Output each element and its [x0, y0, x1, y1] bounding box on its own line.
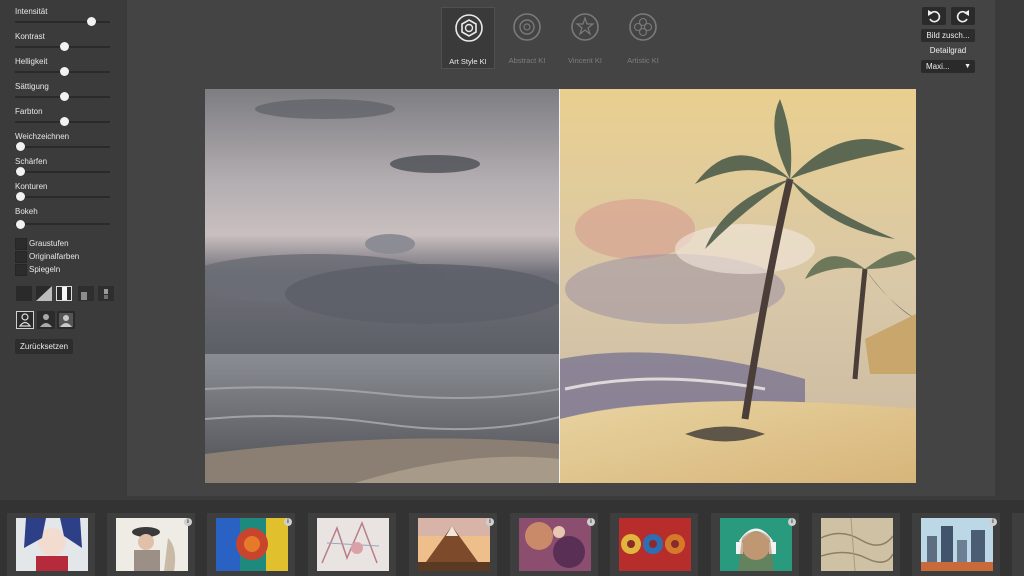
style-filmstrip: i i i i i i: [0, 500, 1024, 576]
reset-button[interactable]: Zurücksetzen: [15, 339, 74, 354]
thumbnail[interactable]: i: [912, 513, 1000, 576]
info-icon[interactable]: i: [184, 518, 192, 526]
hexagon-icon: [455, 14, 483, 42]
person-outline-icon: [18, 313, 32, 327]
thumb-barrels: [619, 518, 691, 571]
blend-swatch-split[interactable]: [56, 286, 72, 301]
slider-label: Bokeh: [15, 207, 38, 216]
slider-thumb[interactable]: [15, 220, 25, 229]
tab-art-style-ki[interactable]: Art Style KI: [441, 7, 495, 69]
thumb-abstract-purple: [519, 518, 591, 571]
thumbnail[interactable]: i: [107, 513, 195, 576]
beach-photo: [205, 89, 916, 483]
tab-abstract-ki[interactable]: Abstract KI: [500, 7, 554, 69]
thumb-city: [921, 518, 993, 571]
checkbox-label: Graustufen: [29, 239, 69, 248]
thumbnail[interactable]: [7, 513, 95, 576]
thumb-sketch: [317, 518, 389, 571]
thumb-hat-woman: [116, 518, 188, 571]
slider-track[interactable]: [15, 146, 110, 148]
slider-thumb[interactable]: [87, 17, 96, 26]
thumbnail[interactable]: i: [711, 513, 799, 576]
diagonal-icon: [36, 286, 52, 301]
mini-split-icon: [104, 289, 108, 299]
slider-label: Schärfen: [15, 157, 48, 166]
thumb-map: [821, 518, 893, 571]
person-icon: [40, 314, 52, 327]
redo-icon: [956, 10, 969, 23]
person-bg-icon: [59, 313, 73, 327]
slider-thumb[interactable]: [60, 42, 70, 51]
slider-thumb[interactable]: [60, 117, 70, 126]
split-icon: [62, 287, 67, 300]
slider-label: Weichzeichnen: [15, 132, 70, 141]
star-icon: [571, 13, 599, 41]
undo-button[interactable]: [922, 7, 946, 25]
slider-thumb[interactable]: [60, 67, 70, 76]
checkbox-label: Originalfarben: [29, 252, 80, 261]
slider-label: Intensität: [15, 7, 48, 16]
checkbox-label: Spiegeln: [29, 265, 61, 274]
slider-thumb[interactable]: [15, 142, 25, 151]
slider-track[interactable]: [15, 171, 110, 173]
thumbnail[interactable]: [308, 513, 396, 576]
checkbox-box[interactable]: [15, 238, 27, 250]
info-icon[interactable]: i: [486, 518, 494, 526]
slider-track[interactable]: [15, 196, 110, 198]
tab-artistic-ki[interactable]: Artistic KI: [616, 7, 670, 69]
thumb-headphones: [720, 518, 792, 571]
blend-swatch-half[interactable]: [78, 286, 94, 301]
thumbnail[interactable]: [812, 513, 900, 576]
tab-label: Abstract KI: [508, 56, 546, 65]
checkbox-box[interactable]: [15, 264, 27, 276]
undo-icon: [928, 10, 941, 23]
chevron-down-icon: ▼: [964, 63, 971, 70]
tab-vincent-ki[interactable]: Vincent KI: [558, 7, 612, 69]
slider-thumb[interactable]: [15, 167, 25, 176]
detail-label: Detailgrad: [929, 46, 967, 55]
slider-track[interactable]: [15, 223, 110, 225]
thumb-color-lion: [216, 518, 288, 571]
thumbnail[interactable]: i: [409, 513, 497, 576]
blend-swatch-dark[interactable]: [16, 286, 32, 301]
blend-swatch-diagonal[interactable]: [36, 286, 52, 301]
thumbnail[interactable]: [610, 513, 698, 576]
thumbnail[interactable]: [1012, 513, 1024, 576]
half-icon: [81, 292, 87, 300]
tab-label: Art Style KI: [449, 57, 487, 66]
info-icon[interactable]: i: [284, 518, 292, 526]
slider-label: Farbton: [15, 107, 43, 116]
slider-label: Helligkeit: [15, 57, 48, 66]
detail-value: Maxi...: [926, 62, 950, 71]
info-icon[interactable]: i: [587, 518, 595, 526]
portrait-bg-button[interactable]: [57, 311, 75, 329]
zoom-button[interactable]: Bild zusch...: [921, 29, 975, 42]
info-icon[interactable]: i: [788, 518, 796, 526]
thumb-mountain: [418, 518, 490, 571]
circle-icon: [513, 13, 541, 41]
tab-label: Vincent KI: [567, 56, 603, 65]
blend-swatch-mini[interactable]: [98, 286, 114, 301]
slider-label: Sättigung: [15, 82, 49, 91]
detail-select[interactable]: Maxi... ▼: [921, 60, 975, 73]
redo-button[interactable]: [951, 7, 975, 25]
thumbnail[interactable]: i: [207, 513, 295, 576]
checkbox-box[interactable]: [15, 251, 27, 263]
tab-label: Artistic KI: [627, 56, 659, 65]
slider-label: Kontrast: [15, 32, 45, 41]
slider-thumb[interactable]: [15, 192, 25, 201]
thumbnail[interactable]: i: [510, 513, 598, 576]
split-divider[interactable]: [559, 89, 560, 483]
thumb-geisha: [16, 518, 88, 571]
info-icon[interactable]: i: [989, 518, 997, 526]
flower-icon: [629, 13, 657, 41]
comparison-image[interactable]: [205, 89, 916, 483]
slider-label: Konturen: [15, 182, 48, 191]
portrait-fill-button[interactable]: [37, 311, 55, 329]
portrait-mode-button[interactable]: [16, 311, 34, 329]
settings-panel: Intensität Kontrast Helligkeit Sättigung…: [0, 0, 120, 500]
slider-thumb[interactable]: [60, 92, 70, 101]
